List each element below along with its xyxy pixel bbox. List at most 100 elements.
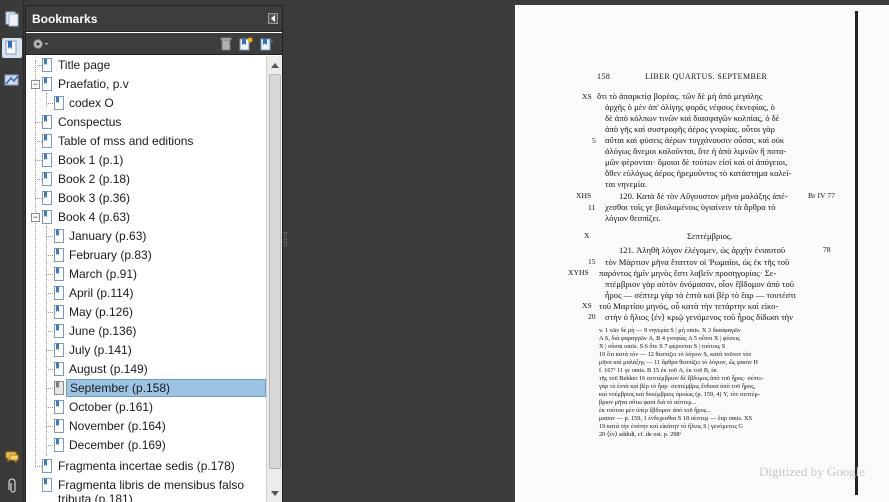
margin-line-number: 5 bbox=[592, 136, 596, 145]
new-bookmark-icon[interactable] bbox=[238, 36, 254, 52]
bookmark-icon bbox=[54, 267, 64, 281]
margin-note: Br IV 77 bbox=[808, 191, 835, 200]
margin-siglum: XHS bbox=[576, 191, 592, 200]
text-line: ἦρος — σέπτεμ γὰρ τὰ ἑπτὰ καὶ βὲρ τὸ ἔαρ… bbox=[605, 290, 796, 300]
attachments-icon[interactable] bbox=[2, 476, 22, 496]
splitter-grip-icon[interactable] bbox=[284, 232, 287, 246]
apparatus-line: X | οὖσαι omis. S 6 ὅτε S 7 φέρονται S |… bbox=[599, 343, 726, 350]
text-line: 120. Κατὰ δὲ τὸν Αὔγουστον μῆνα μαλάξης … bbox=[619, 191, 788, 201]
delete-bookmark-icon[interactable] bbox=[218, 36, 234, 52]
bookmark-item[interactable]: July (p.141) bbox=[26, 341, 266, 360]
scroll-thumb[interactable] bbox=[269, 74, 281, 469]
text-line: δὲ ἀπὸ κόλπων τινῶν καὶ διασφαγῶν κολπία… bbox=[605, 113, 780, 123]
bookmark-item[interactable]: Conspectus bbox=[26, 113, 266, 132]
options-gear-icon[interactable] bbox=[30, 36, 52, 52]
bookmark-icon bbox=[42, 134, 52, 148]
bookmark-label: Conspectus bbox=[58, 115, 122, 129]
bookmark-item[interactable]: Title page bbox=[26, 56, 266, 75]
bookmark-label: August (p.149) bbox=[69, 362, 148, 376]
text-line: ται νηνεμία. bbox=[605, 179, 647, 189]
bookmark-icon bbox=[42, 58, 52, 72]
bookmark-item[interactable]: January (p.63) bbox=[26, 227, 266, 246]
expand-bookmark-icon[interactable] bbox=[259, 36, 275, 52]
bookmark-icon bbox=[54, 419, 64, 433]
bookmark-label: May (p.126) bbox=[69, 305, 134, 319]
text-line: χεσθαι τοῖς γε βουλομένοις ὑγιαίνειν τὰ … bbox=[605, 202, 776, 212]
margin-siglum: XYHS bbox=[568, 268, 589, 277]
collapse-icon[interactable]: − bbox=[31, 213, 40, 222]
text-line: πτέμβριον γὰρ αὐτὸν ὀνόμασαν, οἷον ἕβδομ… bbox=[605, 279, 794, 289]
apparatus-line: 20 ⟨ἐν⟩ addidi, cf. de ost. p. 298ᵛ bbox=[599, 431, 682, 438]
bookmark-label-continued: tributa (p.181) bbox=[58, 492, 133, 502]
apparatus-line: v. 1 τῶν δὲ μὴ — 9 νηνεμία S | μὴ omis. … bbox=[599, 327, 741, 334]
bookmark-icon bbox=[42, 191, 52, 205]
bookmark-icon bbox=[54, 286, 64, 300]
bookmark-item[interactable]: − Book 4 (p.63) bbox=[26, 208, 266, 227]
apparatus-line: 10 ὅτι κατὰ τὸν — 12 θεσπίζει τὸ λόγιον … bbox=[599, 351, 752, 358]
apparatus-line: A S, διὰ φαραγγῶν A, B 4 γνοφίας A 5 οὗτ… bbox=[599, 335, 740, 342]
bookmark-icon bbox=[42, 172, 52, 186]
text-line: τοῦ Μαρτίου μηνός, οὗ κατὰ τὴν τετάρτην … bbox=[599, 301, 779, 311]
text-line: ἀλόγως ἄνεμοι καλοῦνται, ὅτε ἡ ἀπὸ λιμνῶ… bbox=[605, 146, 787, 156]
text-line: αὔται καὶ φύσεις ἀέρων τυγχάνουσιν οὖσαι… bbox=[605, 135, 785, 145]
bookmarks-tree: Title page − Praefatio, p.v codex O Cons… bbox=[26, 56, 266, 502]
bookmark-icon bbox=[54, 324, 64, 338]
margin-line-number: 78 bbox=[823, 245, 831, 254]
bookmarks-icon[interactable] bbox=[2, 38, 22, 58]
bookmark-item[interactable]: Fragmenta incertae sedis (p.178) bbox=[26, 457, 266, 476]
bookmark-item[interactable]: December (p.169) bbox=[26, 436, 266, 455]
bookmark-item[interactable]: November (p.164) bbox=[26, 417, 266, 436]
bookmark-item[interactable]: Book 3 (p.36) bbox=[26, 189, 266, 208]
text-line: ὅθεν εὐλόγως ἀέρος ἠρεμοῦντος τὸ κατάστη… bbox=[605, 168, 792, 178]
bookmark-item[interactable]: Book 1 (p.1) bbox=[26, 151, 266, 170]
bookmark-label: December (p.169) bbox=[69, 438, 166, 452]
margin-line-number: 15 bbox=[588, 257, 596, 266]
bookmark-item[interactable]: − Praefatio, p.v bbox=[26, 75, 266, 94]
bookmarks-scrollbar[interactable] bbox=[266, 56, 282, 502]
bookmark-item[interactable]: Book 2 (p.18) bbox=[26, 170, 266, 189]
bookmark-item[interactable]: Fragmenta libris de mensibus falso tribu… bbox=[26, 476, 266, 502]
pages-icon[interactable] bbox=[2, 9, 22, 29]
bookmark-item[interactable]: Table of mss and editions bbox=[26, 132, 266, 151]
margin-siglum: XS bbox=[582, 92, 592, 101]
bookmark-item[interactable]: February (p.83) bbox=[26, 246, 266, 265]
bookmark-label: September (p.158) bbox=[66, 379, 266, 397]
bookmark-icon bbox=[42, 478, 52, 492]
comments-icon[interactable] bbox=[2, 447, 22, 467]
text-line: μῶν φέρονται· ὅμοιοι δὲ τούτων εἰσὶ καὶ … bbox=[605, 157, 788, 167]
bookmark-label: February (p.83) bbox=[69, 248, 152, 262]
pdf-viewer-window: Bookmarks Title page − Praefatio, p.v co… bbox=[0, 0, 889, 502]
bookmark-icon bbox=[42, 153, 52, 167]
scroll-up-arrow-icon[interactable] bbox=[268, 58, 282, 72]
collapse-arrow-icon bbox=[271, 15, 275, 22]
margin-siglum: X bbox=[584, 231, 590, 240]
scroll-down-arrow-icon[interactable] bbox=[268, 486, 282, 500]
bookmark-icon bbox=[54, 305, 64, 319]
bookmark-item[interactable]: April (p.114) bbox=[26, 284, 266, 303]
bookmark-item[interactable]: August (p.149) bbox=[26, 360, 266, 379]
collapse-icon[interactable]: − bbox=[31, 80, 40, 89]
bookmark-label: Book 3 (p.36) bbox=[58, 191, 131, 205]
bookmarks-panel: Bookmarks Title page − Praefatio, p.v co… bbox=[25, 5, 283, 502]
bookmark-icon bbox=[54, 229, 64, 243]
signatures-icon[interactable] bbox=[2, 70, 22, 90]
bookmark-item[interactable]: October (p.161) bbox=[26, 398, 266, 417]
pdf-page[interactable]: 158 LIBER QUARTUS. SEPTEMBER XS 5 XHS 11… bbox=[515, 5, 889, 502]
bookmark-item[interactable]: codex O bbox=[26, 94, 266, 113]
bookmark-icon bbox=[42, 459, 52, 473]
bookmark-item-selected[interactable]: September (p.158) bbox=[26, 379, 266, 398]
bookmark-item[interactable]: May (p.126) bbox=[26, 303, 266, 322]
section-heading: Σεπτέμβριος. bbox=[687, 231, 733, 241]
bookmark-label: Table of mss and editions bbox=[58, 134, 194, 148]
apparatus-line: ἐκ τούτου μὲν ὑπὲρ ἕβδομον ἀπὸ τοῦ ἦρος.… bbox=[599, 407, 711, 414]
bookmark-label: November (p.164) bbox=[69, 419, 166, 433]
bookmark-item[interactable]: March (p.91) bbox=[26, 265, 266, 284]
google-watermark: Digitized by Google bbox=[759, 464, 866, 479]
apparatus-line: τῆς τοῦ Bekker 16 σεπτέμβριον δὲ ἕβδομος… bbox=[599, 375, 764, 382]
collapse-panel-button[interactable] bbox=[268, 13, 278, 24]
text-line: στὴν ὁ ἥλιος ⟨ἐν⟩ κριῷ γενόμενος τοῦ ἦρο… bbox=[605, 312, 794, 322]
apparatus-line: f. 167ᵛ 11 γε omis. B 15 ἐκ τοῦ A, ἐκ το… bbox=[599, 367, 718, 374]
page-number: 158 bbox=[597, 72, 611, 81]
apparatus-line: μασαν — p. 159, 1 ἐνδεχεσθαι S 18 σέπτεμ… bbox=[599, 415, 753, 422]
bookmark-item[interactable]: June (p.136) bbox=[26, 322, 266, 341]
